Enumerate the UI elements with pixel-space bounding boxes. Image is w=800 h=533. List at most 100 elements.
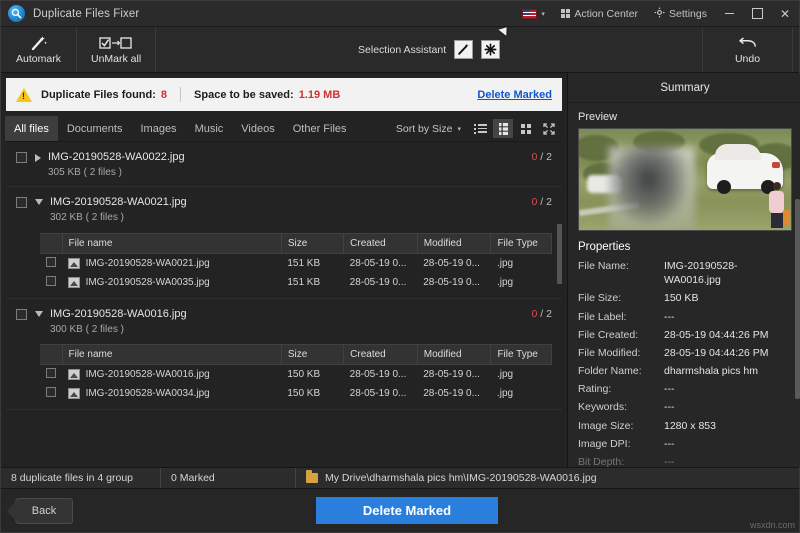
row-checkbox[interactable] — [46, 276, 56, 286]
tab-documents[interactable]: Documents — [58, 116, 132, 141]
header-size[interactable]: Size — [281, 345, 343, 365]
row-checkbox[interactable] — [46, 368, 56, 378]
list-view-button[interactable] — [470, 119, 490, 138]
header-file-type[interactable]: File Type — [491, 345, 552, 365]
group-checkbox[interactable] — [16, 152, 27, 163]
row-checkbox-cell[interactable] — [40, 384, 62, 403]
header-created[interactable]: Created — [344, 345, 418, 365]
group-header-row[interactable]: IMG-20190528-WA0021.jpg 302 KB ( 2 files… — [6, 195, 562, 225]
selection-assistant: Selection Assistant — [156, 27, 703, 72]
row-checkbox[interactable] — [46, 387, 56, 397]
group-files-table: File name Size Created Modified File Typ… — [40, 233, 552, 292]
table-row[interactable]: IMG-20190528-WA0016.jpg 150 KB 28-05-19 … — [40, 365, 552, 385]
row-file-type: .jpg — [491, 365, 552, 385]
tab-other-files[interactable]: Other Files — [284, 116, 356, 141]
file-thumbnail-icon — [68, 258, 80, 269]
property-key: File Created: — [578, 328, 664, 342]
selection-assistant-wand-button[interactable] — [454, 40, 473, 59]
property-key: File Size: — [578, 291, 664, 305]
selection-assistant-star-button[interactable] — [481, 40, 500, 59]
row-checkbox[interactable] — [46, 257, 56, 267]
table-row[interactable]: IMG-20190528-WA0021.jpg 151 KB 28-05-19 … — [40, 253, 552, 273]
chevron-down-icon[interactable] — [35, 199, 43, 205]
banner-divider — [180, 87, 181, 102]
detail-view-icon — [499, 123, 508, 135]
window-controls: ✕ — [715, 1, 799, 27]
automark-button[interactable]: Automark — [1, 27, 77, 72]
grid-view-button[interactable] — [516, 119, 536, 138]
property-value: --- — [664, 437, 792, 451]
row-modified: 28-05-19 0... — [417, 384, 491, 403]
row-checkbox-cell[interactable] — [40, 273, 62, 292]
group-checkbox[interactable] — [16, 309, 27, 320]
language-selector[interactable]: ▾ — [514, 1, 553, 27]
group-header-row[interactable]: IMG-20190528-WA0016.jpg 300 KB ( 2 files… — [6, 307, 562, 337]
unmark-all-button[interactable]: UnMark all — [77, 27, 156, 72]
folder-icon — [306, 473, 318, 483]
chevron-down-icon[interactable] — [35, 311, 43, 317]
close-button[interactable]: ✕ — [771, 1, 799, 27]
summary-tab[interactable]: Summary — [568, 73, 800, 103]
property-value: dharmshala pics hm — [664, 364, 792, 378]
property-row: Image Size: 1280 x 853 — [578, 419, 792, 433]
space-saved-label: Space to be saved: — [194, 89, 294, 101]
action-center-button[interactable]: Action Center — [553, 1, 646, 27]
list-view-dots — [474, 124, 476, 134]
group-total-value: 2 — [546, 151, 552, 163]
back-button[interactable]: Back — [15, 498, 73, 524]
group-checkbox[interactable] — [16, 197, 27, 208]
magic-wand-icon — [30, 34, 47, 51]
preview-bag — [783, 210, 790, 225]
tab-music[interactable]: Music — [186, 116, 233, 141]
us-flag-icon — [522, 9, 537, 19]
group-marked-value: 0 — [532, 151, 538, 163]
delete-marked-button[interactable]: Delete Marked — [316, 497, 498, 524]
row-file-name: IMG-20190528-WA0016.jpg — [86, 369, 210, 380]
duplicate-group: IMG-20190528-WA0021.jpg 302 KB ( 2 files… — [6, 187, 562, 298]
header-size[interactable]: Size — [281, 233, 343, 253]
sort-label: Sort by Size — [396, 123, 453, 135]
group-marked-value: 0 — [532, 196, 538, 208]
summary-scrollbar[interactable] — [795, 199, 800, 399]
header-modified[interactable]: Modified — [417, 345, 491, 365]
delete-marked-link[interactable]: Delete Marked — [477, 89, 552, 101]
row-file-name-cell: IMG-20190528-WA0035.jpg — [62, 273, 281, 292]
file-list-scrollbar[interactable] — [557, 224, 562, 284]
right-pane: Summary Preview — [567, 73, 800, 467]
tab-images[interactable]: Images — [131, 116, 185, 141]
group-name: IMG-20190528-WA0022.jpg — [48, 150, 532, 166]
expand-view-button[interactable] — [539, 119, 559, 138]
header-file-name[interactable]: File name — [62, 233, 281, 253]
minimize-button[interactable] — [715, 1, 743, 27]
property-row: File Modified: 28-05-19 04:44:26 PM — [578, 346, 792, 360]
group-name: IMG-20190528-WA0016.jpg — [50, 307, 532, 323]
group-meta: IMG-20190528-WA0021.jpg 302 KB ( 2 files… — [50, 195, 532, 225]
header-select-all[interactable] — [40, 233, 62, 253]
group-total-value: 2 — [546, 308, 552, 320]
table-row[interactable]: IMG-20190528-WA0035.jpg 151 KB 28-05-19 … — [40, 273, 552, 292]
tab-all-files[interactable]: All files — [5, 116, 58, 141]
settings-button[interactable]: Settings — [646, 1, 715, 27]
row-checkbox-cell[interactable] — [40, 253, 62, 273]
header-file-type[interactable]: File Type — [491, 233, 552, 253]
undo-button[interactable]: Undo — [703, 27, 793, 72]
property-row: Image DPI: --- — [578, 437, 792, 451]
property-row: Folder Name: dharmshala pics hm — [578, 364, 792, 378]
header-select-all[interactable] — [40, 345, 62, 365]
sort-dropdown[interactable]: Sort by Size ▾ — [387, 116, 470, 141]
header-modified[interactable]: Modified — [417, 233, 491, 253]
header-file-name[interactable]: File name — [62, 345, 281, 365]
tab-videos[interactable]: Videos — [232, 116, 283, 141]
chevron-right-icon[interactable] — [35, 154, 41, 162]
group-header-row[interactable]: IMG-20190528-WA0022.jpg 305 KB ( 2 files… — [6, 150, 562, 180]
duplicate-groups-list[interactable]: IMG-20190528-WA0022.jpg 305 KB ( 2 files… — [6, 141, 562, 467]
toolbar-end-spacer — [793, 27, 799, 72]
results-banner: Duplicate Files found: 8 Space to be sav… — [6, 78, 562, 111]
row-checkbox-cell[interactable] — [40, 365, 62, 385]
property-key: File Name: — [578, 259, 664, 287]
detail-view-button[interactable] — [493, 119, 513, 138]
image-preview[interactable] — [578, 128, 792, 231]
header-created[interactable]: Created — [344, 233, 418, 253]
table-row[interactable]: IMG-20190528-WA0034.jpg 150 KB 28-05-19 … — [40, 384, 552, 403]
maximize-button[interactable] — [743, 1, 771, 27]
